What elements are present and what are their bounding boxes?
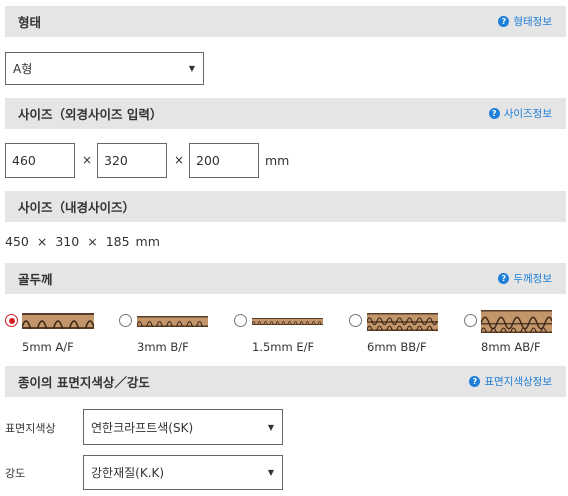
thickness-info-link[interactable]: ? 두께정보 bbox=[498, 271, 552, 286]
strength-select[interactable]: 강한재질(K.K) ▼ bbox=[83, 455, 283, 490]
radio-button-selected[interactable] bbox=[5, 314, 18, 327]
flute-a-label: 5mm A/F bbox=[22, 340, 74, 354]
paper-section-title: 종이의 표면지색상／강도 bbox=[18, 375, 150, 390]
times-sign: × bbox=[36, 234, 48, 249]
flute-bb-label: 6mm BB/F bbox=[367, 340, 427, 354]
outer-size-section-title: 사이즈（외경사이즈 입력） bbox=[18, 107, 163, 122]
surface-color-label: 표면지색상 bbox=[5, 422, 56, 435]
flute-a-image bbox=[22, 313, 94, 329]
thickness-info-label: 두께정보 bbox=[513, 273, 552, 285]
strength-value: 강한재질(K.K) bbox=[91, 466, 165, 480]
radio-button[interactable] bbox=[119, 314, 132, 327]
outer-size-section-header: 사이즈（외경사이즈 입력） ? 사이즈정보 bbox=[5, 98, 566, 129]
paper-section-header: 종이의 표면지색상／강도 ? 표면지색상정보 bbox=[5, 366, 566, 397]
flute-ab-image bbox=[481, 310, 552, 333]
times-sign: × bbox=[87, 234, 98, 249]
flute-b-image bbox=[137, 316, 208, 327]
help-icon: ? bbox=[498, 273, 510, 284]
times-sign: × bbox=[82, 153, 93, 167]
surface-color-info-label: 표면지색상정보 bbox=[484, 376, 552, 388]
dropdown-arrow-icon: ▼ bbox=[188, 64, 195, 73]
outer-size-unit: mm bbox=[265, 153, 290, 168]
inner-size-unit: mm bbox=[135, 234, 160, 249]
inner-size-readout: 450 × 310 × 185 mm bbox=[5, 234, 160, 249]
help-icon: ? bbox=[469, 376, 481, 387]
outer-depth-value: 320 bbox=[104, 153, 128, 168]
type-info-label: 형태정보 bbox=[513, 16, 552, 28]
outer-width-value: 460 bbox=[12, 153, 36, 168]
size-info-label: 사이즈정보 bbox=[503, 108, 552, 120]
surface-color-value: 연한크라프트색(SK) bbox=[91, 420, 194, 435]
help-icon: ? bbox=[498, 16, 510, 27]
radio-button[interactable] bbox=[349, 314, 362, 327]
flute-b-label: 3mm B/F bbox=[137, 340, 189, 354]
flute-bb-image bbox=[367, 313, 438, 331]
surface-color-info-link[interactable]: ? 표면지색상정보 bbox=[469, 374, 552, 389]
times-sign: × bbox=[174, 153, 185, 167]
outer-height-input[interactable]: 200 bbox=[189, 143, 259, 178]
flute-e-image bbox=[252, 318, 323, 325]
radio-button[interactable] bbox=[234, 314, 247, 327]
type-section-title: 형태 bbox=[18, 15, 42, 30]
radio-button[interactable] bbox=[464, 314, 477, 327]
outer-height-value: 200 bbox=[196, 153, 220, 168]
dropdown-arrow-icon: ▼ bbox=[267, 468, 274, 477]
type-section-header: 형태 ? 형태정보 bbox=[5, 6, 566, 37]
inner-width-value: 450 bbox=[5, 234, 29, 249]
type-select-value: A형 bbox=[13, 62, 33, 76]
flute-section-title: 골두께 bbox=[18, 272, 53, 287]
inner-size-section-title: 사이즈（내경사이즈） bbox=[18, 200, 136, 215]
type-info-link[interactable]: ? 형태정보 bbox=[498, 14, 552, 29]
flute-ab-label: 8mm AB/F bbox=[481, 340, 541, 354]
inner-depth-value: 310 bbox=[55, 234, 80, 249]
inner-height-value: 185 bbox=[105, 234, 130, 249]
strength-label: 강도 bbox=[5, 467, 26, 480]
type-select[interactable]: A형 ▼ bbox=[5, 52, 204, 85]
outer-width-input[interactable]: 460 bbox=[5, 143, 75, 178]
inner-size-section-header: 사이즈（내경사이즈） bbox=[5, 191, 566, 222]
flute-e-label: 1.5mm E/F bbox=[252, 340, 315, 354]
help-icon: ? bbox=[488, 108, 500, 119]
size-info-link[interactable]: ? 사이즈정보 bbox=[488, 106, 552, 121]
dropdown-arrow-icon: ▼ bbox=[267, 422, 274, 432]
flute-section-header: 골두께 ? 두께정보 bbox=[5, 263, 566, 294]
surface-color-select[interactable]: 연한크라프트색(SK) ▼ bbox=[83, 409, 283, 445]
outer-depth-input[interactable]: 320 bbox=[97, 143, 167, 178]
